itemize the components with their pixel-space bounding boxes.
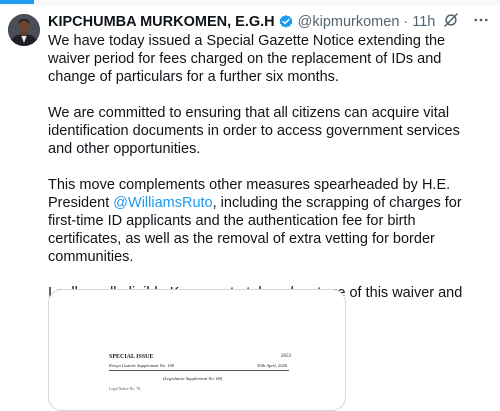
author-name[interactable]: KIPCHUMBA MURKOMEN, E.G.H [48, 14, 275, 30]
header-actions [442, 12, 490, 32]
doc-title: SPECIAL ISSUE [109, 354, 154, 360]
tweet-header: KIPCHUMBA MURKOMEN, E.G.H @kipmurkomen ·… [48, 12, 494, 32]
doc-page-number: 2653 [281, 354, 291, 359]
tweet[interactable]: KIPCHUMBA MURKOMEN, E.G.H @kipmurkomen ·… [0, 6, 500, 411]
tweet-paragraph: This move complements other measures spe… [48, 176, 488, 266]
doc-divider [109, 370, 289, 371]
doc-date: 30th April, 2026 [257, 363, 288, 368]
tweet-timestamp[interactable]: 11h [412, 14, 435, 30]
doc-supplement: Kenya Gazette Supplement No. 100 [109, 363, 175, 368]
avatar[interactable] [8, 14, 40, 46]
grok-icon[interactable] [442, 11, 460, 33]
top-strip-accent [0, 0, 34, 4]
author-handle[interactable]: @kipmurkomen [298, 14, 400, 30]
media-image[interactable]: SPECIAL ISSUE 2653 Kenya Gazette Supplem… [48, 289, 346, 411]
doc-legal-notice: Legal Notice No. 78 [109, 387, 140, 391]
header-separator: · [403, 14, 409, 30]
profile-photo-icon [8, 14, 40, 46]
mention-link[interactable]: @WilliamsRuto [113, 195, 212, 211]
tweet-paragraph: We are committed to ensuring that all ci… [48, 105, 460, 157]
more-options-icon[interactable] [472, 11, 490, 33]
tweet-paragraph: We have today issued a Special Gazette N… [48, 33, 446, 85]
gazette-document: SPECIAL ISSUE 2653 Kenya Gazette Supplem… [49, 290, 345, 410]
doc-legislative-supplement: (Legislative Supplement No. 68) [163, 376, 223, 381]
verified-badge-icon [278, 14, 294, 30]
